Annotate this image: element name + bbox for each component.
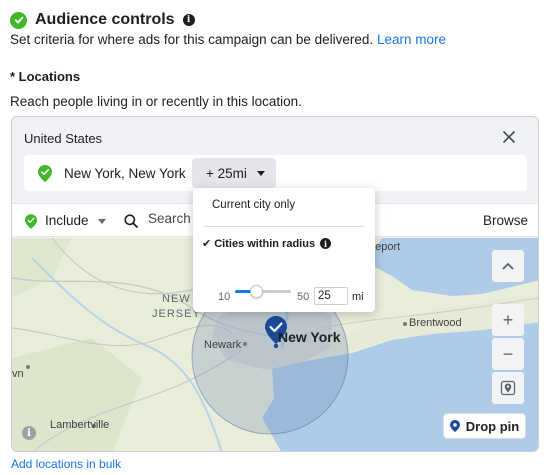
radius-value-input[interactable] [314, 287, 348, 305]
chevron-up-icon [502, 262, 514, 270]
selected-location-row: New York, New York + 25mi [24, 155, 527, 191]
info-icon[interactable]: i [320, 238, 332, 249]
locate-icon [500, 380, 516, 396]
include-dropdown[interactable]: Include [45, 213, 89, 228]
location-pin-icon [449, 420, 460, 432]
option-label: Cities within radius [214, 237, 316, 250]
divider [204, 226, 364, 227]
locations-subtitle: Reach people living in or recently in th… [10, 94, 302, 109]
chevron-down-icon[interactable] [98, 219, 106, 224]
zoom-out-button[interactable]: − [492, 338, 524, 370]
option-current-city-only[interactable]: Current city only [212, 199, 295, 211]
browse-button[interactable]: Browse [483, 213, 528, 228]
location-pin-icon [25, 214, 37, 229]
section-title: Audience controls [35, 11, 175, 28]
slider-max-label: 50 [297, 291, 310, 303]
section-description: Set criteria for where ads for this camp… [10, 32, 446, 47]
zoom-in-button[interactable]: + [492, 304, 524, 336]
map-label-new-york: New York [278, 329, 341, 345]
option-cities-within-radius[interactable]: ✔ Cities within radius i [202, 237, 332, 250]
selected-location-name: New York, New York [64, 166, 186, 181]
radius-label: + 25mi [206, 165, 247, 181]
close-icon[interactable] [502, 130, 516, 144]
learn-more-link[interactable]: Learn more [377, 32, 446, 47]
chevron-down-icon [256, 170, 265, 176]
drop-pin-label: Drop pin [465, 418, 520, 434]
map-pan-up-button[interactable] [492, 250, 524, 282]
check-circle-icon [10, 11, 27, 29]
radius-dropdown-menu: Current city only ✔ Cities within radius… [193, 188, 375, 312]
drop-pin-button[interactable]: Drop pin [443, 413, 526, 439]
info-icon[interactable]: i [22, 426, 36, 440]
locate-button[interactable] [492, 372, 524, 404]
locations-label: * Locations [10, 69, 81, 84]
slider-min-label: 10 [218, 291, 231, 303]
map-label-newark: Newark [204, 339, 242, 351]
radius-dropdown-button[interactable]: + 25mi [192, 158, 276, 188]
map-label-brentwood: Brentwood [409, 317, 462, 329]
add-locations-in-bulk-link[interactable]: Add locations in bulk [11, 457, 121, 471]
map-label-left-edge: vn [12, 368, 24, 380]
radius-unit-label: mi [352, 291, 364, 303]
map-label-new-jersey: NEW [162, 293, 191, 305]
description-text: Set criteria for where ads for this camp… [10, 32, 374, 47]
location-pin-icon [38, 165, 52, 182]
country-label: United States [24, 131, 103, 146]
search-icon [124, 214, 138, 228]
map-label-lambertville: Lambertville [50, 419, 110, 431]
radius-slider-handle[interactable] [249, 285, 263, 298]
audience-controls-header: Audience controls i [10, 11, 195, 29]
info-icon[interactable]: i [182, 14, 195, 26]
checkmark-icon: ✔ [202, 238, 212, 250]
